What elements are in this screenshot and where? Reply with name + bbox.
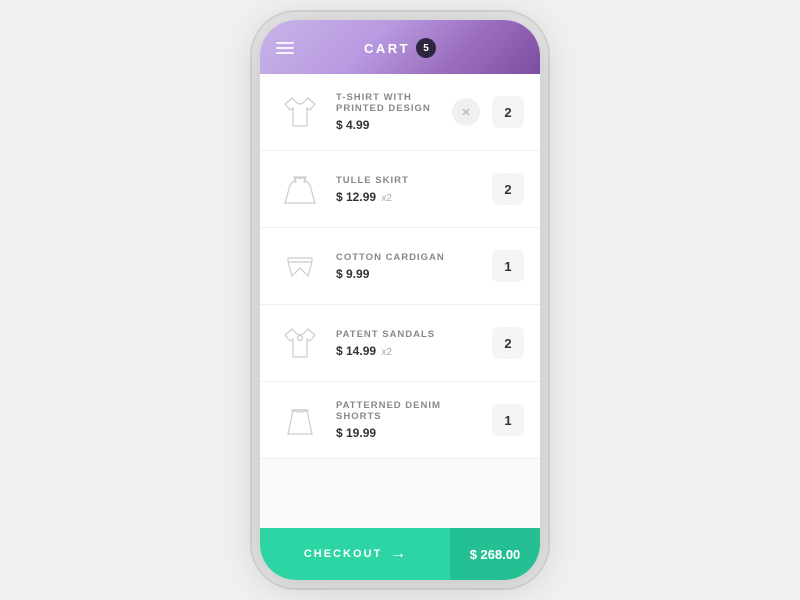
menu-button[interactable] bbox=[276, 42, 294, 54]
item-info-tulle-skirt: TULLE SKIRT $ 12.99 x2 bbox=[336, 175, 480, 204]
item-icon-dress bbox=[276, 165, 324, 213]
item-info-denim-shorts: PATTERNED DENIM SHORTS $ 19.99 bbox=[336, 400, 480, 440]
cart-item-cotton-cardigan: COTTON CARDIGAN $ 9.99 1 bbox=[260, 228, 540, 305]
qty-tshirt[interactable]: 2 bbox=[492, 96, 524, 128]
qty-tulle-skirt[interactable]: 2 bbox=[492, 173, 524, 205]
item-multiplier-tulle-skirt: x2 bbox=[381, 193, 392, 204]
item-name-tulle-skirt: TULLE SKIRT bbox=[336, 175, 480, 186]
item-name-denim-shorts: PATTERNED DENIM SHORTS bbox=[336, 400, 480, 422]
item-price-cotton-cardigan: $ 9.99 bbox=[336, 267, 480, 281]
item-multiplier-patent-sandals: x2 bbox=[381, 347, 392, 358]
item-price-patent-sandals: $ 14.99 x2 bbox=[336, 344, 480, 358]
item-name-patent-sandals: PATENT SANDALS bbox=[336, 329, 480, 340]
qty-patent-sandals[interactable]: 2 bbox=[492, 327, 524, 359]
qty-cotton-cardigan[interactable]: 1 bbox=[492, 250, 524, 282]
item-icon-shorts bbox=[276, 242, 324, 290]
item-icon-top bbox=[276, 319, 324, 367]
item-info-patent-sandals: PATENT SANDALS $ 14.99 x2 bbox=[336, 329, 480, 358]
item-name-cotton-cardigan: COTTON CARDIGAN bbox=[336, 252, 480, 263]
item-icon-skirt bbox=[276, 396, 324, 444]
phone-frame: CART 5 T-SHIRT WITH PRINTED DESIGN $ 4.9… bbox=[260, 20, 540, 580]
cart-badge: 5 bbox=[416, 38, 436, 58]
cart-item-patent-sandals: PATENT SANDALS $ 14.99 x2 2 bbox=[260, 305, 540, 382]
item-price-tshirt: $ 4.99 bbox=[336, 118, 440, 132]
checkout-arrow-icon: → bbox=[390, 545, 406, 563]
header: CART 5 bbox=[260, 20, 540, 74]
total-box: $ 268.00 bbox=[450, 528, 540, 580]
item-info-cotton-cardigan: COTTON CARDIGAN $ 9.99 bbox=[336, 252, 480, 281]
item-info-tshirt: T-SHIRT WITH PRINTED DESIGN $ 4.99 bbox=[336, 92, 440, 132]
cart-list: T-SHIRT WITH PRINTED DESIGN $ 4.99 2 bbox=[260, 74, 540, 528]
qty-denim-shorts[interactable]: 1 bbox=[492, 404, 524, 436]
item-icon-tshirt bbox=[276, 88, 324, 136]
total-amount: $ 268.00 bbox=[470, 547, 521, 562]
checkout-button[interactable]: CHECKOUT → bbox=[260, 528, 450, 580]
item-price-tulle-skirt: $ 12.99 x2 bbox=[336, 190, 480, 204]
item-name-tshirt: T-SHIRT WITH PRINTED DESIGN bbox=[336, 92, 440, 114]
cart-item-tshirt: T-SHIRT WITH PRINTED DESIGN $ 4.99 2 bbox=[260, 74, 540, 151]
checkout-label: CHECKOUT bbox=[304, 548, 382, 560]
checkout-bar: CHECKOUT → $ 268.00 bbox=[260, 528, 540, 580]
cart-item-tulle-skirt: TULLE SKIRT $ 12.99 x2 2 bbox=[260, 151, 540, 228]
item-price-denim-shorts: $ 19.99 bbox=[336, 426, 480, 440]
page-title: CART bbox=[364, 41, 410, 56]
cart-item-denim-shorts: PATTERNED DENIM SHORTS $ 19.99 1 bbox=[260, 382, 540, 459]
delete-button-tshirt[interactable] bbox=[452, 98, 480, 126]
